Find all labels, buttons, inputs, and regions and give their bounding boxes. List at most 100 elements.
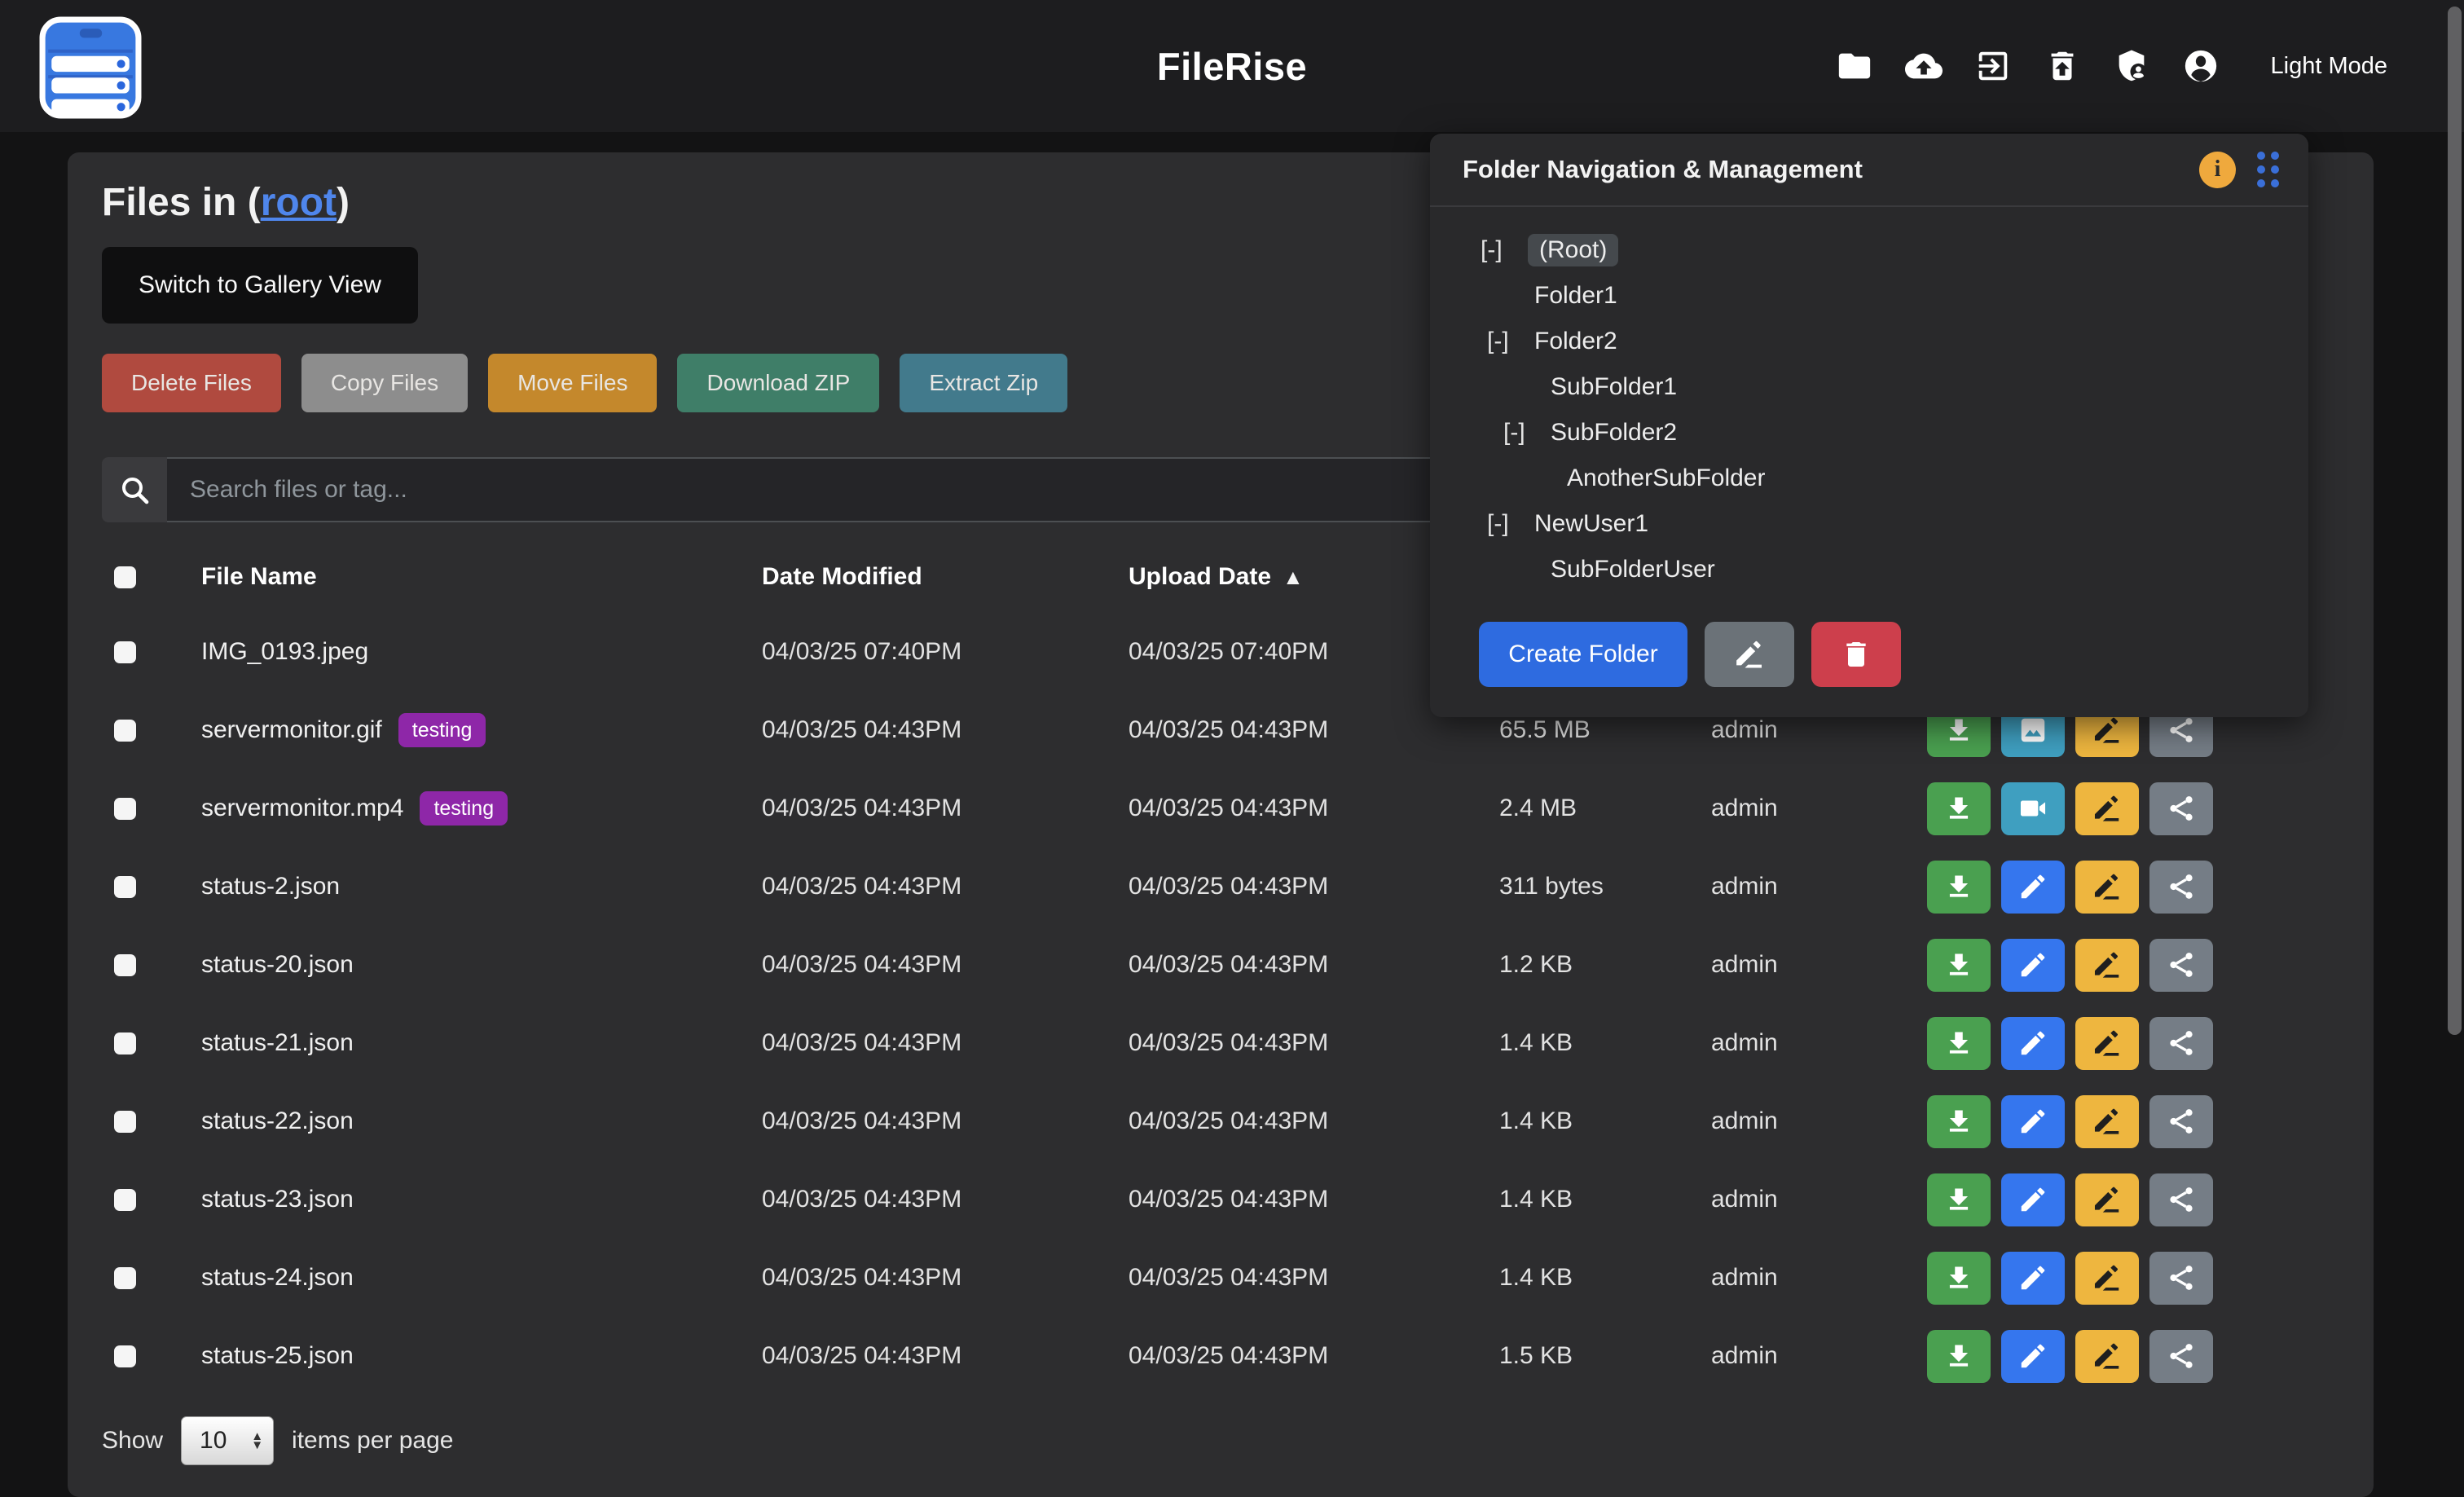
edit-button[interactable] xyxy=(2001,1017,2065,1070)
file-name[interactable]: status-2.json xyxy=(201,873,340,900)
share-button[interactable] xyxy=(2149,1252,2213,1305)
select-all-checkbox[interactable] xyxy=(114,566,136,588)
date-modified: 04/03/25 07:40PM xyxy=(762,613,961,691)
folder-tree-item-anothersubfolder[interactable]: AnotherSubFolder xyxy=(1430,456,2308,501)
copy-files-button[interactable]: Copy Files xyxy=(301,354,468,412)
folder-tree-item-folder2[interactable]: [-]Folder2 xyxy=(1430,319,2308,364)
rename-button[interactable] xyxy=(2075,1173,2139,1226)
upload-date: 04/03/25 04:43PM xyxy=(1129,691,1328,769)
edit-button[interactable] xyxy=(2001,939,2065,992)
edit-button[interactable] xyxy=(2001,1173,2065,1226)
column-header-file-name[interactable]: File Name xyxy=(201,541,317,613)
row-checkbox[interactable] xyxy=(114,1267,136,1289)
file-name[interactable]: servermonitor.gif xyxy=(201,716,382,744)
row-checkbox[interactable] xyxy=(114,1345,136,1367)
rename-folder-button[interactable] xyxy=(1705,622,1794,687)
edit-button[interactable] xyxy=(2001,861,2065,914)
row-checkbox[interactable] xyxy=(114,720,136,742)
file-name[interactable]: status-25.json xyxy=(201,1342,354,1370)
rename-button[interactable] xyxy=(2075,1017,2139,1070)
file-table-body: IMG_0193.jpeg04/03/25 07:40PM04/03/25 07… xyxy=(102,613,2339,1395)
move-files-button[interactable]: Move Files xyxy=(488,354,657,412)
collapse-toggle[interactable]: [-] xyxy=(1481,236,1503,264)
file-name[interactable]: status-23.json xyxy=(201,1186,354,1213)
drag-handle-icon[interactable] xyxy=(2257,152,2279,187)
download-zip-button[interactable]: Download ZIP xyxy=(677,354,879,412)
download-button[interactable] xyxy=(1927,782,1991,835)
extract-zip-button[interactable]: Extract Zip xyxy=(900,354,1067,412)
column-header-date-modified[interactable]: Date Modified xyxy=(762,541,922,613)
create-folder-button[interactable]: Create Folder xyxy=(1479,622,1687,687)
file-name[interactable]: status-24.json xyxy=(201,1264,354,1292)
share-button[interactable] xyxy=(2149,782,2213,835)
share-button[interactable] xyxy=(2149,861,2213,914)
download-button[interactable] xyxy=(1927,1252,1991,1305)
rename-button[interactable] xyxy=(2075,1330,2139,1383)
tag-badge: testing xyxy=(398,713,486,747)
file-name[interactable]: status-20.json xyxy=(201,951,354,979)
rename-button[interactable] xyxy=(2075,939,2139,992)
restore-trash-icon[interactable] xyxy=(2044,47,2081,85)
row-checkbox[interactable] xyxy=(114,876,136,898)
account-icon[interactable] xyxy=(2182,47,2220,85)
root-folder-link[interactable]: root xyxy=(261,181,337,224)
folder-tree-item-subfolderuser[interactable]: SubFolderUser xyxy=(1430,547,2308,592)
folder-panel-buttons: Create Folder xyxy=(1479,622,1901,687)
items-per-page-select[interactable]: 10 ▲▼ xyxy=(181,1416,274,1465)
download-button[interactable] xyxy=(1927,939,1991,992)
download-button[interactable] xyxy=(1927,1017,1991,1070)
collapse-toggle[interactable]: [-] xyxy=(1487,328,1509,355)
search-button[interactable] xyxy=(102,457,167,522)
edit-button[interactable] xyxy=(2001,1330,2065,1383)
date-modified: 04/03/25 04:43PM xyxy=(762,769,961,848)
row-checkbox[interactable] xyxy=(114,1032,136,1055)
info-icon[interactable]: i xyxy=(2199,152,2236,188)
theme-toggle[interactable]: Light Mode xyxy=(2271,53,2388,80)
collapse-toggle[interactable]: [-] xyxy=(1503,419,1525,447)
file-name[interactable]: IMG_0193.jpeg xyxy=(201,638,368,666)
share-button[interactable] xyxy=(2149,1095,2213,1148)
switch-gallery-view-button[interactable]: Switch to Gallery View xyxy=(102,247,418,324)
row-checkbox[interactable] xyxy=(114,1111,136,1133)
file-name[interactable]: servermonitor.mp4 xyxy=(201,795,403,822)
collapse-toggle[interactable]: [-] xyxy=(1487,510,1509,538)
folder-tree-item-folder1[interactable]: Folder1 xyxy=(1430,273,2308,319)
edit-button[interactable] xyxy=(2001,1095,2065,1148)
admin-shield-icon[interactable] xyxy=(2113,47,2150,85)
share-button[interactable] xyxy=(2149,1173,2213,1226)
download-button[interactable] xyxy=(1927,1095,1991,1148)
row-checkbox[interactable] xyxy=(114,954,136,976)
row-checkbox[interactable] xyxy=(114,798,136,820)
rename-button[interactable] xyxy=(2075,782,2139,835)
column-header-upload-date[interactable]: Upload Date▲ xyxy=(1129,541,1304,613)
file-name[interactable]: status-21.json xyxy=(201,1029,354,1057)
download-button[interactable] xyxy=(1927,861,1991,914)
download-button[interactable] xyxy=(1927,1173,1991,1226)
upload-date: 04/03/25 04:43PM xyxy=(1129,769,1328,848)
upload-date: 04/03/25 04:43PM xyxy=(1129,848,1328,926)
download-button[interactable] xyxy=(1927,1330,1991,1383)
row-checkbox[interactable] xyxy=(114,641,136,663)
preview-video-button[interactable] xyxy=(2001,782,2065,835)
folder-tree-item-subfolder1[interactable]: SubFolder1 xyxy=(1430,364,2308,410)
rename-button[interactable] xyxy=(2075,1252,2139,1305)
file-name[interactable]: status-22.json xyxy=(201,1107,354,1135)
delete-files-button[interactable]: Delete Files xyxy=(102,354,281,412)
folder-icon[interactable] xyxy=(1836,47,1873,85)
rename-button[interactable] xyxy=(2075,861,2139,914)
search-input[interactable] xyxy=(167,457,1511,522)
delete-folder-button[interactable] xyxy=(1811,622,1901,687)
share-button[interactable] xyxy=(2149,939,2213,992)
folder-tree-item-newuser1[interactable]: [-]NewUser1 xyxy=(1430,501,2308,547)
share-button[interactable] xyxy=(2149,1330,2213,1383)
folder-tree-item-subfolder2[interactable]: [-]SubFolder2 xyxy=(1430,410,2308,456)
share-button[interactable] xyxy=(2149,1017,2213,1070)
edit-button[interactable] xyxy=(2001,1252,2065,1305)
date-modified: 04/03/25 04:43PM xyxy=(762,1004,961,1082)
logout-icon[interactable] xyxy=(1974,47,2012,85)
rename-button[interactable] xyxy=(2075,1095,2139,1148)
cloud-upload-icon[interactable] xyxy=(1905,47,1943,85)
folder-tree-item-root[interactable]: [-](Root) xyxy=(1430,227,2308,273)
page-scrollbar-thumb[interactable] xyxy=(2448,7,2462,1035)
row-checkbox[interactable] xyxy=(114,1189,136,1211)
